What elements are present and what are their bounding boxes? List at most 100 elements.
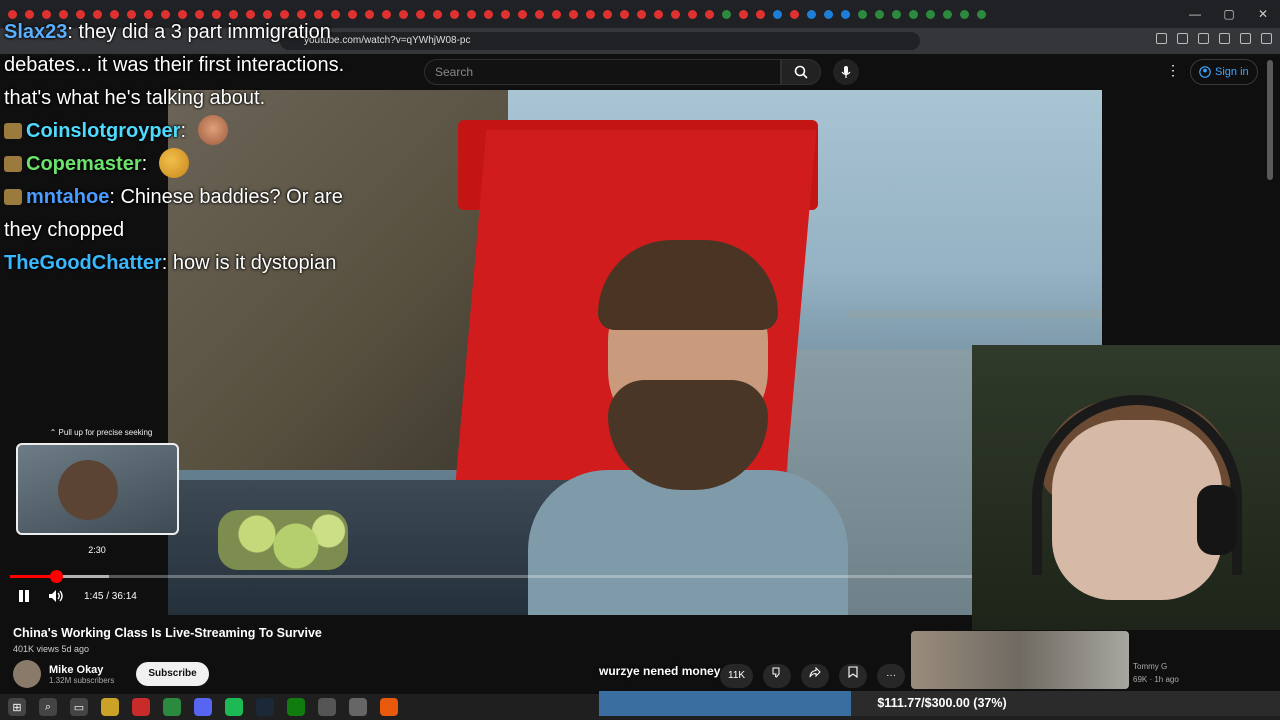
tab-favicon[interactable] xyxy=(518,9,527,19)
tab-favicon[interactable] xyxy=(484,9,493,19)
extension-icon[interactable] xyxy=(1177,33,1188,44)
tab-favicon[interactable] xyxy=(416,9,425,19)
chat-username: Slax23 xyxy=(4,21,68,43)
tab-favicon[interactable] xyxy=(535,9,544,19)
chat-overlay: Slax23: they did a 3 part immigration de… xyxy=(4,16,364,280)
xbox-icon[interactable] xyxy=(287,698,305,716)
channel-avatar[interactable] xyxy=(13,660,41,688)
tab-favicon[interactable] xyxy=(943,9,952,19)
related-stats: 69K · 1h ago xyxy=(1133,675,1179,684)
tab-favicon[interactable] xyxy=(671,9,680,19)
tab-favicon[interactable] xyxy=(467,9,476,19)
volume-icon[interactable] xyxy=(48,589,64,603)
tab-favicon[interactable] xyxy=(892,9,901,19)
save-button[interactable] xyxy=(839,664,868,688)
tab-favicon[interactable] xyxy=(875,9,884,19)
brave-icon[interactable] xyxy=(380,698,398,716)
tab-favicon[interactable] xyxy=(824,9,833,19)
chat-message: mntahoe: Chinese baddies? Or are they ch… xyxy=(4,186,343,241)
search-input[interactable]: Search xyxy=(424,59,781,85)
bookmark-icon xyxy=(848,666,858,679)
extension-icon[interactable] xyxy=(1198,33,1209,44)
channel-name[interactable]: Mike Okay xyxy=(49,664,114,676)
spotify-icon[interactable] xyxy=(225,698,243,716)
start-menu-icon[interactable]: ⊞ xyxy=(8,698,26,716)
tab-favicon[interactable] xyxy=(977,9,986,19)
tab-favicon[interactable] xyxy=(569,9,578,19)
search-icon[interactable]: ⌕ xyxy=(39,698,57,716)
tab-favicon[interactable] xyxy=(688,9,697,19)
settings-menu-icon[interactable]: ⋮ xyxy=(1166,62,1180,79)
file-explorer-icon[interactable] xyxy=(101,698,119,716)
related-channel: Tommy G xyxy=(1133,662,1168,671)
tab-favicon[interactable] xyxy=(399,9,408,19)
search-button[interactable] xyxy=(781,59,821,85)
tab-favicon[interactable] xyxy=(501,9,510,19)
obs-icon[interactable] xyxy=(318,698,336,716)
sign-in-label: Sign in xyxy=(1215,66,1249,78)
tab-favicon[interactable] xyxy=(909,9,918,19)
like-button[interactable]: 11K xyxy=(720,664,754,688)
donation-goal-label: $111.77/$300.00 (37%) xyxy=(877,696,1007,710)
chat-username: Coinslotgroyper xyxy=(26,120,181,142)
tab-favicon[interactable] xyxy=(586,9,595,19)
tab-favicon[interactable] xyxy=(790,9,799,19)
video-title: China's Working Class Is Live-Streaming … xyxy=(13,626,322,640)
share-button[interactable] xyxy=(801,664,830,688)
scrubber-handle[interactable] xyxy=(50,570,64,583)
streamer-webcam xyxy=(972,345,1280,630)
chat-badge-icon xyxy=(4,156,22,172)
tab-favicon[interactable] xyxy=(365,9,374,19)
maximize-button[interactable]: ▢ xyxy=(1212,0,1246,28)
extension-icon[interactable] xyxy=(1219,33,1230,44)
subscribe-button[interactable]: Subscribe xyxy=(136,662,209,686)
tab-favicon[interactable] xyxy=(858,9,867,19)
tab-favicon[interactable] xyxy=(382,9,391,19)
chat-badge-icon xyxy=(4,189,22,205)
app-icon[interactable] xyxy=(349,698,367,716)
minimize-button[interactable]: — xyxy=(1178,0,1212,28)
app-icon[interactable] xyxy=(132,698,150,716)
discord-icon[interactable] xyxy=(194,698,212,716)
steam-icon[interactable] xyxy=(256,698,274,716)
dislike-button[interactable] xyxy=(763,664,792,688)
tab-favicon[interactable] xyxy=(450,9,459,19)
extension-icon[interactable] xyxy=(1240,33,1251,44)
tab-favicon[interactable] xyxy=(637,9,646,19)
tab-favicon[interactable] xyxy=(722,9,731,19)
more-actions-button[interactable]: ··· xyxy=(877,664,906,688)
tab-favicon[interactable] xyxy=(739,9,748,19)
chat-text: how is it dystopian xyxy=(172,252,337,274)
tab-favicon[interactable] xyxy=(773,9,782,19)
tab-favicon[interactable] xyxy=(654,9,663,19)
menu-icon[interactable] xyxy=(1261,33,1272,44)
chat-username: Copemaster xyxy=(26,153,142,175)
task-view-icon[interactable]: ▭ xyxy=(70,698,88,716)
tab-favicon[interactable] xyxy=(552,9,561,19)
tab-favicon[interactable] xyxy=(705,9,714,19)
tab-favicon[interactable] xyxy=(756,9,765,19)
tab-favicon[interactable] xyxy=(433,9,442,19)
related-video-meta: Tommy G 69K · 1h ago xyxy=(1133,660,1179,686)
tab-favicon[interactable] xyxy=(620,9,629,19)
tab-favicon[interactable] xyxy=(603,9,612,19)
page-scrollbar[interactable] xyxy=(1267,60,1273,180)
sign-in-button[interactable]: Sign in xyxy=(1190,59,1258,85)
related-video-thumbnail[interactable] xyxy=(911,631,1129,689)
channel-row: Mike Okay 1.32M subscribers Subscribe xyxy=(13,660,209,688)
extension-icon[interactable] xyxy=(1156,33,1167,44)
tab-favicon[interactable] xyxy=(926,9,935,19)
chrome-icon[interactable] xyxy=(163,698,181,716)
time-display: 1:45 / 36:14 xyxy=(84,590,137,602)
progress-bar[interactable] xyxy=(10,570,972,583)
tab-favicon[interactable] xyxy=(807,9,816,19)
tab-favicon[interactable] xyxy=(960,9,969,19)
url-field[interactable]: youtube.com/watch?v=qYWhjW08-pc xyxy=(280,32,920,50)
tab-favicon[interactable] xyxy=(841,9,850,19)
pause-button[interactable] xyxy=(14,587,34,605)
chat-username: TheGoodChatter xyxy=(4,252,162,274)
video-vegetables xyxy=(218,510,348,570)
voice-search-button[interactable] xyxy=(833,59,859,85)
close-button[interactable]: ✕ xyxy=(1246,0,1280,28)
window-controls: — ▢ ✕ xyxy=(1178,0,1280,28)
